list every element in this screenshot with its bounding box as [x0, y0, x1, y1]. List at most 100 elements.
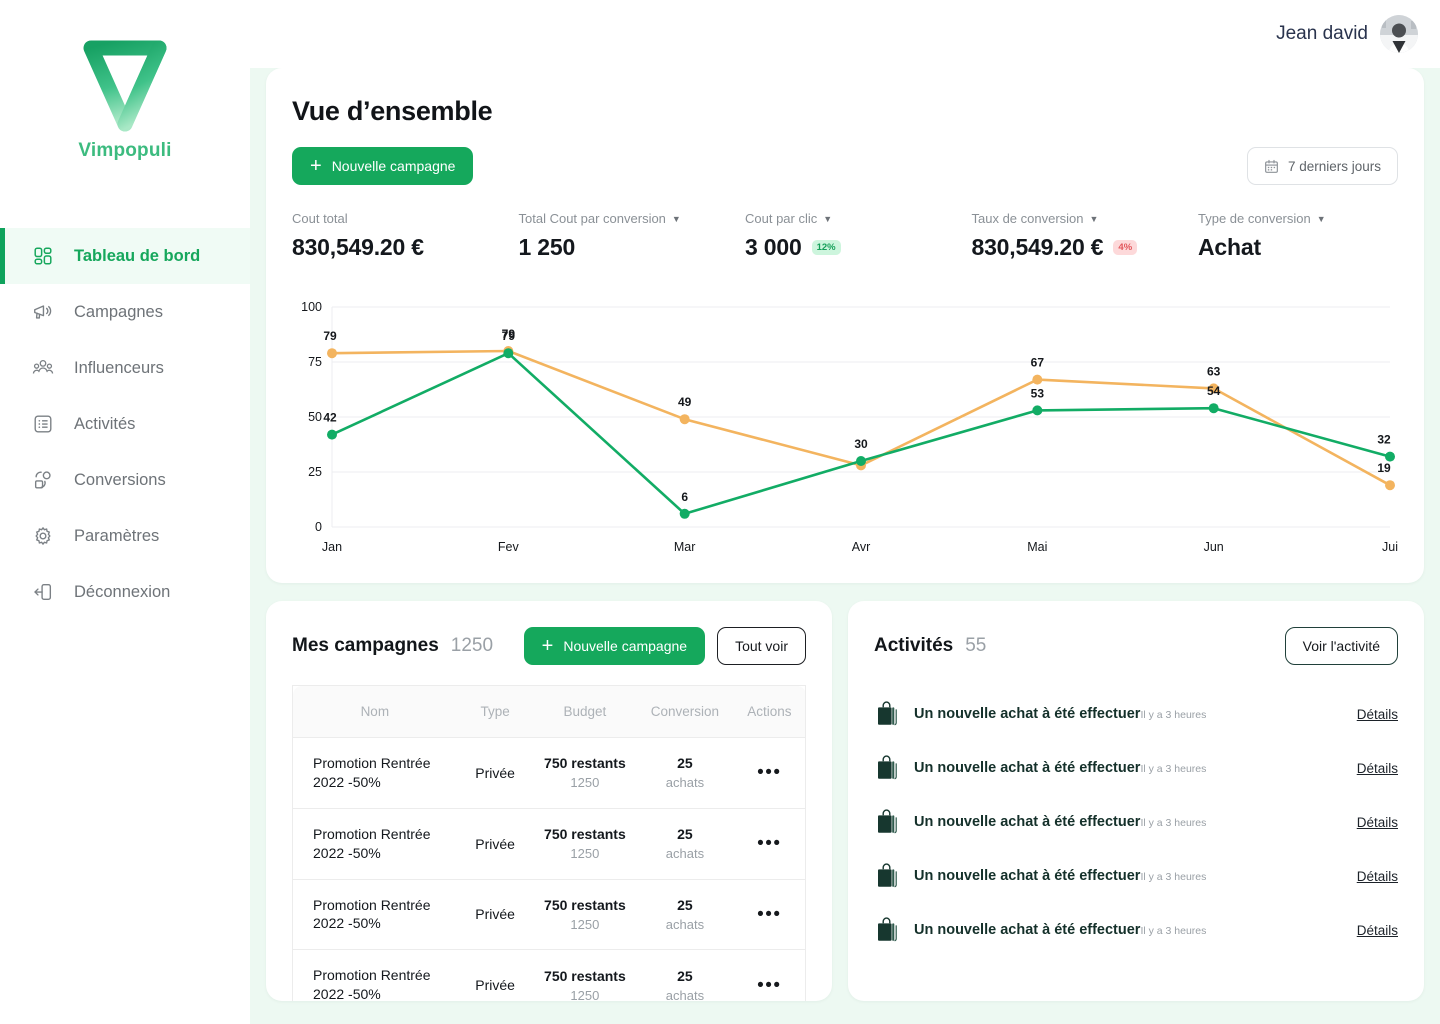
- chart-data-point[interactable]: [1385, 480, 1395, 491]
- sidebar-item-conversions[interactable]: Conversions: [0, 452, 250, 508]
- chart-point-label: 67: [1031, 356, 1045, 370]
- activity-details-link[interactable]: Détails: [1357, 869, 1398, 884]
- y-axis-tick-label: 25: [308, 465, 322, 479]
- chart-point-label: 79: [502, 327, 516, 341]
- activities-see-all-button[interactable]: Voir l'activité: [1284, 627, 1398, 665]
- column-header-budget: Budget: [533, 685, 637, 738]
- cell-budget: 750 restants 1250: [533, 879, 637, 951]
- table-row[interactable]: Promotion Rentrée 2022 -50% Privée 750 res…: [291, 879, 806, 951]
- list-item[interactable]: Un nouvelle achat à été effectuerIl y a …: [874, 687, 1398, 741]
- chart-data-point[interactable]: [1385, 451, 1395, 462]
- chevron-down-icon[interactable]: ▼: [672, 214, 681, 224]
- topbar: Jean david: [250, 0, 1440, 68]
- activity-details-link[interactable]: Détails: [1357, 707, 1398, 722]
- cell-conversion: 25 achats: [636, 949, 734, 1001]
- plus-icon: +: [310, 155, 322, 177]
- activity-time: Il y a 3 heures: [1140, 871, 1207, 883]
- activity-title: Un nouvelle achat à été effectuer: [914, 760, 1141, 776]
- more-dots-icon[interactable]: •••: [757, 833, 781, 854]
- y-axis-tick-label: 100: [301, 300, 322, 314]
- chart-data-point[interactable]: [1208, 403, 1219, 414]
- sidebar-item-parametres[interactable]: Paramètres: [0, 508, 250, 564]
- stat-label[interactable]: Cout par clic ▼: [745, 211, 972, 226]
- date-range-button[interactable]: 7 derniers jours: [1246, 147, 1398, 185]
- sidebar-item-deconnexion[interactable]: Déconnexion: [0, 564, 250, 620]
- activity-details-link[interactable]: Détails: [1357, 815, 1398, 830]
- list-item[interactable]: Un nouvelle achat à été effectuerIl y a …: [874, 795, 1398, 849]
- stat-label-text: Taux de conversion: [971, 211, 1084, 226]
- activity-details-link[interactable]: Détails: [1357, 761, 1398, 776]
- stat-value-row: 830,549.20 € 4%: [972, 234, 1199, 261]
- cell-actions: •••: [733, 808, 806, 880]
- campaigns-see-all-button[interactable]: Tout voir: [717, 627, 806, 665]
- sidebar-footer-nav: Paramètres Déconnexion: [0, 508, 250, 660]
- chevron-down-icon[interactable]: ▼: [823, 214, 832, 224]
- activity-title: Un nouvelle achat à été effectuer: [914, 922, 1141, 938]
- chart-point-label: 32: [1377, 433, 1391, 447]
- chart-point-label: 63: [1207, 364, 1221, 378]
- list-item[interactable]: Un nouvelle achat à été effectuerIl y a …: [874, 849, 1398, 903]
- gear-icon: [32, 525, 54, 547]
- avatar[interactable]: [1380, 15, 1418, 53]
- chart-point-label: 54: [1207, 384, 1221, 398]
- sidebar-item-tableau-de-bord[interactable]: Tableau de bord: [0, 228, 250, 284]
- brand-name: Vimpopuli: [78, 140, 172, 161]
- stat-label[interactable]: Taux de conversion ▼: [972, 211, 1199, 226]
- sidebar-item-label: Activités: [74, 414, 136, 433]
- chart-data-point[interactable]: [1032, 374, 1043, 385]
- conversion-swap-icon: [32, 469, 54, 491]
- chart-data-point[interactable]: [1032, 405, 1043, 416]
- chevron-down-icon[interactable]: ▼: [1090, 214, 1099, 224]
- chart-data-point[interactable]: [327, 429, 337, 440]
- sidebar-item-campagnes[interactable]: Campagnes: [0, 284, 250, 340]
- stat-label-text: Total Cout par conversion: [518, 211, 666, 226]
- stat-value: 1 250: [518, 234, 576, 260]
- new-campaign-button[interactable]: + Nouvelle campagne: [292, 147, 474, 185]
- more-dots-icon[interactable]: •••: [757, 975, 781, 996]
- chart-point-label: 79: [323, 329, 337, 343]
- stat-cout-par-clic: Cout par clic ▼ 3 000 12%: [745, 211, 972, 261]
- list-item[interactable]: Un nouvelle achat à été effectuerIl y a …: [874, 741, 1398, 795]
- chart-data-point[interactable]: [679, 508, 690, 519]
- cell-nom: Promotion Rentrée 2022 -50%: [291, 879, 457, 951]
- user-menu[interactable]: Jean david: [1276, 15, 1418, 53]
- x-axis-tick-label: Fev: [498, 540, 520, 554]
- sidebar-item-label: Déconnexion: [74, 582, 171, 601]
- table-row[interactable]: Promotion Rentrée 2022 -50% Privée 750 res…: [291, 808, 806, 880]
- sidebar-item-influenceurs[interactable]: Influenceurs: [0, 340, 250, 396]
- sidebar-item-activites[interactable]: Activités: [0, 396, 250, 452]
- campaigns-title-wrap: Mes campagnes 1250: [292, 635, 493, 657]
- list-item[interactable]: Un nouvelle achat à été effectuerIl y a …: [874, 903, 1398, 957]
- stat-type-de-conversion: Type de conversion ▼ Achat: [1198, 211, 1398, 261]
- more-dots-icon[interactable]: •••: [757, 904, 781, 925]
- campaigns-table-body: Promotion Rentrée 2022 -50% Privée 750 res…: [291, 737, 806, 1001]
- cell-actions: •••: [733, 949, 806, 1001]
- brand-logo[interactable]: Vimpopuli: [0, 0, 250, 180]
- table-row[interactable]: Promotion Rentrée 2022 -50% Privée 750 res…: [291, 737, 806, 809]
- activities-header: Activités 55 Voir l'activité: [874, 627, 1398, 665]
- activity-text: Un nouvelle achat à été effectuerIl y a …: [914, 759, 1343, 777]
- chart-data-point[interactable]: [679, 414, 690, 425]
- activity-details-link[interactable]: Détails: [1357, 923, 1398, 938]
- more-dots-icon[interactable]: •••: [757, 762, 781, 783]
- chart-data-point[interactable]: [327, 348, 337, 359]
- y-axis-tick-label: 0: [315, 520, 322, 534]
- campaigns-new-campaign-label: Nouvelle campagne: [563, 638, 688, 654]
- sidebar-item-label: Influenceurs: [74, 358, 164, 377]
- stat-label[interactable]: Type de conversion ▼: [1198, 211, 1398, 226]
- stat-value: 830,549.20 €: [292, 234, 424, 260]
- stat-label[interactable]: Total Cout par conversion ▼: [519, 211, 746, 226]
- dashboard-app: Vimpopuli Tableau de bord Campagnes Infl…: [0, 0, 1440, 1024]
- table-row[interactable]: Promotion Rentrée 2022 -50% Privée 750 res…: [291, 949, 806, 1001]
- campaigns-card: Mes campagnes 1250 + Nouvelle campagne T…: [266, 601, 832, 1001]
- cell-type: Privée: [456, 879, 534, 951]
- chart-data-point[interactable]: [503, 348, 514, 359]
- chart-data-point[interactable]: [856, 456, 866, 466]
- campaigns-new-campaign-button[interactable]: + Nouvelle campagne: [523, 627, 706, 665]
- campaigns-count: 1250: [450, 635, 494, 656]
- megaphone-icon: [32, 301, 54, 323]
- activities-count: 55: [965, 635, 987, 656]
- chart-point-label: 53: [1031, 386, 1045, 400]
- sidebar: Vimpopuli Tableau de bord Campagnes Infl…: [0, 0, 250, 1024]
- chevron-down-icon[interactable]: ▼: [1317, 214, 1326, 224]
